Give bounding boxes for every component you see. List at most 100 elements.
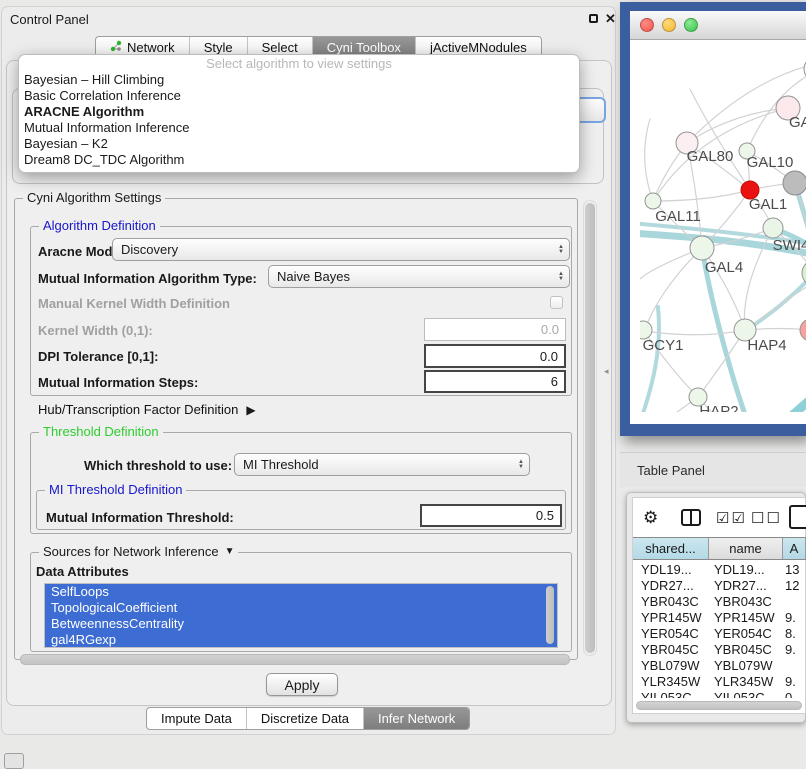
node-label-gal1: GAL1: [749, 196, 787, 213]
node-swi4[interactable]: [763, 218, 783, 238]
attribute-item-gal4rgexp[interactable]: gal4RGexp: [45, 632, 557, 648]
table-cell: YBR045C: [708, 642, 781, 657]
select-all-rows-icon[interactable]: ☑☑: [716, 511, 747, 526]
mi-threshold-field[interactable]: 0.5: [420, 504, 562, 527]
apply-button[interactable]: Apply: [266, 673, 338, 696]
sources-title: Sources for Network Inference: [43, 544, 219, 559]
table-row[interactable]: YLR345WYLR345W9.: [633, 673, 806, 689]
new-table-icon[interactable]: [789, 505, 806, 529]
network-edge: [687, 108, 788, 143]
manual-kernel-label: Manual Kernel Width Definition: [38, 296, 230, 311]
tab-label: Cyni Toolbox: [327, 40, 401, 55]
table-cell: YPR145W: [708, 610, 781, 625]
kernel-width-field[interactable]: 0.0: [424, 318, 566, 341]
table-row[interactable]: YDL19...YDL19...13: [633, 561, 806, 577]
close-window-icon[interactable]: [640, 18, 654, 32]
mi-steps-value: 6: [551, 374, 558, 389]
table-row[interactable]: YPR145WYPR145W9.: [633, 609, 806, 625]
minimize-window-icon[interactable]: [662, 18, 676, 32]
combo-stepper-icon: ▲▼: [513, 460, 529, 470]
dropdown-item-bayesian-k2[interactable]: Bayesian – K2: [19, 136, 579, 152]
manual-kernel-checkbox[interactable]: [550, 296, 563, 309]
aracne-mode-combo[interactable]: Discovery ▲▼: [112, 238, 570, 261]
dropdown-item-mutual-information-inference[interactable]: Mutual Information Inference: [19, 120, 579, 136]
close-icon[interactable]: ✕: [605, 11, 616, 27]
dpi-tolerance-label: DPI Tolerance [0,1]:: [38, 349, 158, 364]
network-icon: [110, 40, 122, 55]
settings-vertical-scrollbar-thumb[interactable]: [585, 203, 595, 653]
table-cell: YBR045C: [633, 642, 708, 657]
tab-label: Style: [204, 40, 233, 55]
table-row[interactable]: YDR27...YDR27...12: [633, 577, 806, 593]
aracne-mode-value: Discovery: [121, 242, 178, 257]
tab-impute-data[interactable]: Impute Data: [147, 708, 246, 729]
dropdown-item-aracne-algorithm[interactable]: ARACNE Algorithm: [19, 104, 579, 120]
table-cell: YBR043C: [633, 594, 708, 609]
table-cell: YDL19...: [708, 562, 781, 577]
zoom-window-icon[interactable]: [684, 18, 698, 32]
tab-discretize-data[interactable]: Discretize Data: [246, 708, 363, 729]
network-view-window: GALGAL80GAL10GAL1GAL11SWI4GAL4GCY1HAP4YH…: [620, 2, 806, 436]
mi-steps-field[interactable]: 6: [424, 370, 566, 393]
dropdown-item-dream8-dc-tdc-algorithm[interactable]: Dream8 DC_TDC Algorithm: [19, 152, 579, 168]
column-header-a[interactable]: A: [783, 538, 806, 559]
which-threshold-label: Which threshold to use:: [84, 458, 232, 473]
node-unlabeled[interactable]: [783, 171, 806, 195]
table-row[interactable]: YIL053CYIL053C0.: [633, 689, 806, 698]
table-cell: YLR345W: [633, 674, 708, 689]
hub-definition-expander[interactable]: Hub/Transcription Factor Definition ▶: [38, 402, 256, 417]
table-row[interactable]: YER054CYER054C8.: [633, 625, 806, 641]
attribute-item-selfloops[interactable]: SelfLoops: [45, 584, 557, 600]
panel-collapse-arrow-icon[interactable]: ◂: [604, 366, 609, 377]
table-horizontal-scrollbar[interactable]: [636, 701, 802, 710]
collapse-arrow-icon[interactable]: ▼: [225, 546, 235, 557]
float-icon[interactable]: [589, 14, 598, 23]
node-label-gal10: GAL10: [747, 154, 794, 171]
dropdown-item-bayesian-hill-climbing[interactable]: Bayesian – Hill Climbing: [19, 72, 579, 88]
table-cell: YER054C: [633, 626, 708, 641]
node-label-gcy1: GCY1: [643, 337, 684, 354]
table-cell: YDR27...: [633, 578, 708, 593]
deselect-all-rows-icon[interactable]: ☐☐: [751, 511, 782, 526]
table-cell: YBR043C: [708, 594, 781, 609]
table-cell: 13: [781, 562, 806, 577]
network-graph: GALGAL80GAL10GAL1GAL11SWI4GAL4GCY1HAP4YH…: [640, 48, 806, 412]
table-row[interactable]: YBR045CYBR045C9.: [633, 641, 806, 657]
tab-label: Impute Data: [161, 711, 232, 726]
algorithm-definition-title: Algorithm Definition: [39, 218, 160, 233]
table-cell: YLR345W: [708, 674, 781, 689]
settings-horizontal-scrollbar-thumb[interactable]: [20, 654, 570, 665]
collapsed-panel-icon[interactable]: [4, 753, 24, 769]
algorithm-dropdown-popup: Select algorithm to view settings Bayesi…: [18, 54, 580, 173]
columns-icon[interactable]: [681, 509, 701, 526]
dpi-tolerance-field[interactable]: 0.0: [424, 344, 566, 368]
tab-label: Discretize Data: [261, 711, 349, 726]
node-gal11[interactable]: [645, 193, 661, 209]
network-canvas[interactable]: GALGAL80GAL10GAL1GAL11SWI4GAL4GCY1HAP4YH…: [640, 48, 806, 412]
cyni-algorithm-settings-title: Cyni Algorithm Settings: [23, 190, 165, 205]
table-cell: YER054C: [708, 626, 781, 641]
table-header: shared...nameA: [633, 537, 806, 560]
attribute-item-betweennesscentrality[interactable]: BetweennessCentrality: [45, 616, 557, 632]
attribute-item-topologicalcoefficient[interactable]: TopologicalCoefficient: [45, 600, 557, 616]
attribute-list-scrollbar[interactable]: [546, 586, 554, 644]
table-body: YDL19...YDL19...13YDR27...YDR27...12YBR0…: [633, 561, 806, 698]
kernel-width-label: Kernel Width (0,1):: [38, 323, 153, 338]
table-row[interactable]: YBL079WYBL079W: [633, 657, 806, 673]
network-window-titlebar[interactable]: [630, 11, 806, 40]
gear-icon[interactable]: ⚙: [643, 509, 658, 526]
node-gal4[interactable]: [690, 236, 714, 260]
network-edge: [653, 190, 750, 201]
column-header-name[interactable]: name: [709, 538, 783, 559]
mi-type-combo[interactable]: Naive Bayes ▲▼: [268, 265, 570, 288]
column-header-shared[interactable]: shared...: [633, 538, 709, 559]
table-cell: YBL079W: [708, 658, 781, 673]
node-label-swi4: SWI4: [773, 237, 806, 254]
network-edge: [690, 89, 750, 190]
table-panel-bar: Table Panel: [620, 452, 806, 487]
which-threshold-combo[interactable]: MI Threshold ▲▼: [234, 453, 530, 476]
tab-infer-network[interactable]: Infer Network: [363, 708, 469, 729]
dpi-tolerance-value: 0.0: [540, 349, 558, 364]
dropdown-item-basic-correlation-inference[interactable]: Basic Correlation Inference: [19, 88, 579, 104]
table-row[interactable]: YBR043CYBR043C: [633, 593, 806, 609]
